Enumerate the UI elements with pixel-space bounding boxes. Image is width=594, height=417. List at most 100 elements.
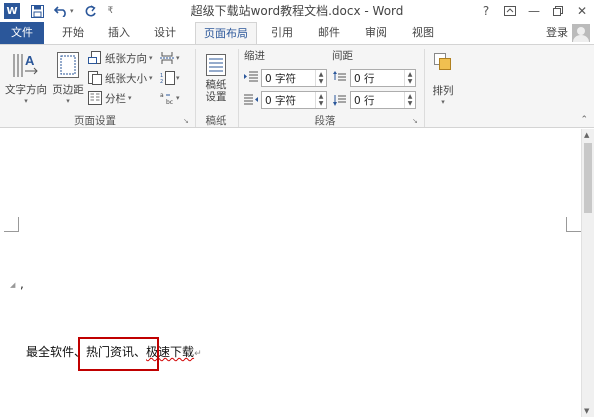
group-divider [238,49,239,127]
group-divider [195,49,196,127]
login-link[interactable]: 登录 [546,22,568,44]
spacing-after-icon [332,94,346,106]
svg-text:a: a [160,92,164,99]
scroll-up-icon[interactable]: ▲ [584,131,589,139]
indent-left-input[interactable]: 0 字符 ▲ ▼ [261,69,327,87]
document-area[interactable]: ◢ , [0,129,594,417]
line-numbers-button[interactable]: 12 ▾ [160,69,180,87]
columns-button[interactable]: 分栏 ▾ [88,89,132,107]
chevron-down-icon: ▾ [176,94,180,102]
ribbon-tab-bar: 文件 开始 插入 设计 页面布局 引用 邮件 审阅 视图 [0,22,594,45]
spacing-before-value: 0 行 [354,72,375,85]
window-controls: ? — ✕ [474,0,594,22]
scroll-down-icon[interactable]: ▼ [584,407,589,415]
svg-text:A: A [25,53,35,68]
spacing-after-input[interactable]: 0 行 ▲ ▼ [350,91,416,109]
manuscript-icon [205,51,227,77]
spinner-arrows[interactable]: ▲ ▼ [315,92,326,108]
indent-left-value: 0 字符 [265,72,297,85]
chevron-down-icon: ▾ [24,97,28,105]
arrange-icon [433,51,453,73]
spin-up-icon[interactable]: ▲ [408,71,413,78]
spinner-arrows[interactable]: ▲ ▼ [404,92,415,108]
spacing-before-input[interactable]: 0 行 ▲ ▼ [350,69,416,87]
highlight-box [78,337,159,371]
svg-text:2: 2 [160,79,163,85]
chevron-down-icon: ▾ [149,74,153,82]
paragraph-marker-icon: ◢ [10,281,16,289]
collapse-ribbon-icon[interactable]: ⌃ [580,115,588,125]
undo-icon[interactable] [52,5,70,17]
spin-up-icon[interactable]: ▲ [408,93,413,100]
customize-qat-icon[interactable]: ₹ [108,6,114,16]
margins-button[interactable]: 页边距 ▾ [49,49,87,105]
text-run: 最全软件、 [26,345,87,359]
margins-label: 页边距 [52,84,84,96]
tab-file[interactable]: 文件 [0,22,44,44]
indent-right-input[interactable]: 0 字符 ▲ ▼ [261,91,327,109]
tab-insert[interactable]: 插入 [99,22,139,44]
margin-corner-mark [566,217,581,232]
chevron-down-icon: ▾ [66,97,70,105]
manuscript-label-line1: 稿纸 [205,79,227,91]
manuscript-settings-button[interactable]: 稿纸 设置 [198,51,234,103]
spin-down-icon[interactable]: ▼ [408,78,413,85]
spin-up-icon[interactable]: ▲ [319,71,324,78]
minimize-button[interactable]: — [522,0,546,22]
page-setup-launcher-icon[interactable]: ↘ [183,117,191,125]
breaks-icon [160,51,176,65]
paragraph-launcher-icon[interactable]: ↘ [412,117,420,125]
spacing-heading: 间距 [332,49,353,62]
quick-access-toolbar: W ▾ ₹ [4,0,113,22]
spin-down-icon[interactable]: ▼ [408,100,413,107]
scrollbar-thumb[interactable] [584,143,592,213]
arrange-button[interactable]: 排列 ▾ [428,51,458,106]
paper-size-icon [88,71,102,85]
paragraph-group-label: 段落 [314,115,336,127]
tab-mailings[interactable]: 邮件 [309,22,349,44]
tab-references[interactable]: 引用 [262,22,302,44]
tab-review[interactable]: 审阅 [356,22,396,44]
text-direction-label: 文字方向 [5,84,47,96]
margin-corner-mark [4,217,19,232]
indent-right-value: 0 字符 [265,94,297,107]
hyphenation-button[interactable]: a bc ▾ [160,89,180,107]
restore-icon[interactable] [546,0,570,22]
spacing-after-value: 0 行 [354,94,375,107]
margins-icon [56,49,80,79]
tab-design[interactable]: 设计 [145,22,185,44]
stray-mark: , [20,277,24,291]
columns-icon [88,91,102,105]
orientation-label: 纸张方向 [105,52,147,65]
orientation-icon [88,51,102,65]
page-setup-group-label: 页面设置 [74,115,116,127]
paragraph-mark-icon: ↵ [194,349,202,359]
close-button[interactable]: ✕ [570,0,594,22]
orientation-button[interactable]: 纸张方向 ▾ [88,49,153,67]
spin-down-icon[interactable]: ▼ [319,100,324,107]
size-button[interactable]: 纸张大小 ▾ [88,69,153,87]
breaks-button[interactable]: ▾ [160,49,180,67]
indent-right-icon [244,94,258,106]
spin-down-icon[interactable]: ▼ [319,78,324,85]
line-numbers-icon: 12 [160,71,176,85]
tab-page-layout[interactable]: 页面布局 [195,22,257,45]
ribbon: A 文字方向 ▾ 页边距 ▾ 纸张方向 ▾ 纸张大小 ▾ 分栏 ▾ ▾ 1 2 … [0,44,594,128]
manuscript-group-label: 稿纸 [205,115,227,127]
spin-up-icon[interactable]: ▲ [319,93,324,100]
tab-home[interactable]: 开始 [53,22,93,44]
chevron-down-icon: ▾ [149,54,153,62]
tab-view[interactable]: 视图 [403,22,443,44]
spinner-arrows[interactable]: ▲ ▼ [404,70,415,86]
columns-label: 分栏 [105,92,126,105]
text-direction-button[interactable]: A 文字方向 ▾ [4,49,48,105]
help-button[interactable]: ? [474,0,498,22]
spinner-arrows[interactable]: ▲ ▼ [315,70,326,86]
avatar[interactable] [572,24,590,42]
vertical-scrollbar[interactable]: ▲ ▼ [581,129,594,417]
undo-dropdown-icon[interactable]: ▾ [70,7,74,15]
spacing-before-icon [332,71,346,83]
redo-icon[interactable] [82,4,100,18]
save-icon[interactable] [28,4,46,18]
ribbon-display-options-icon[interactable] [498,0,522,22]
